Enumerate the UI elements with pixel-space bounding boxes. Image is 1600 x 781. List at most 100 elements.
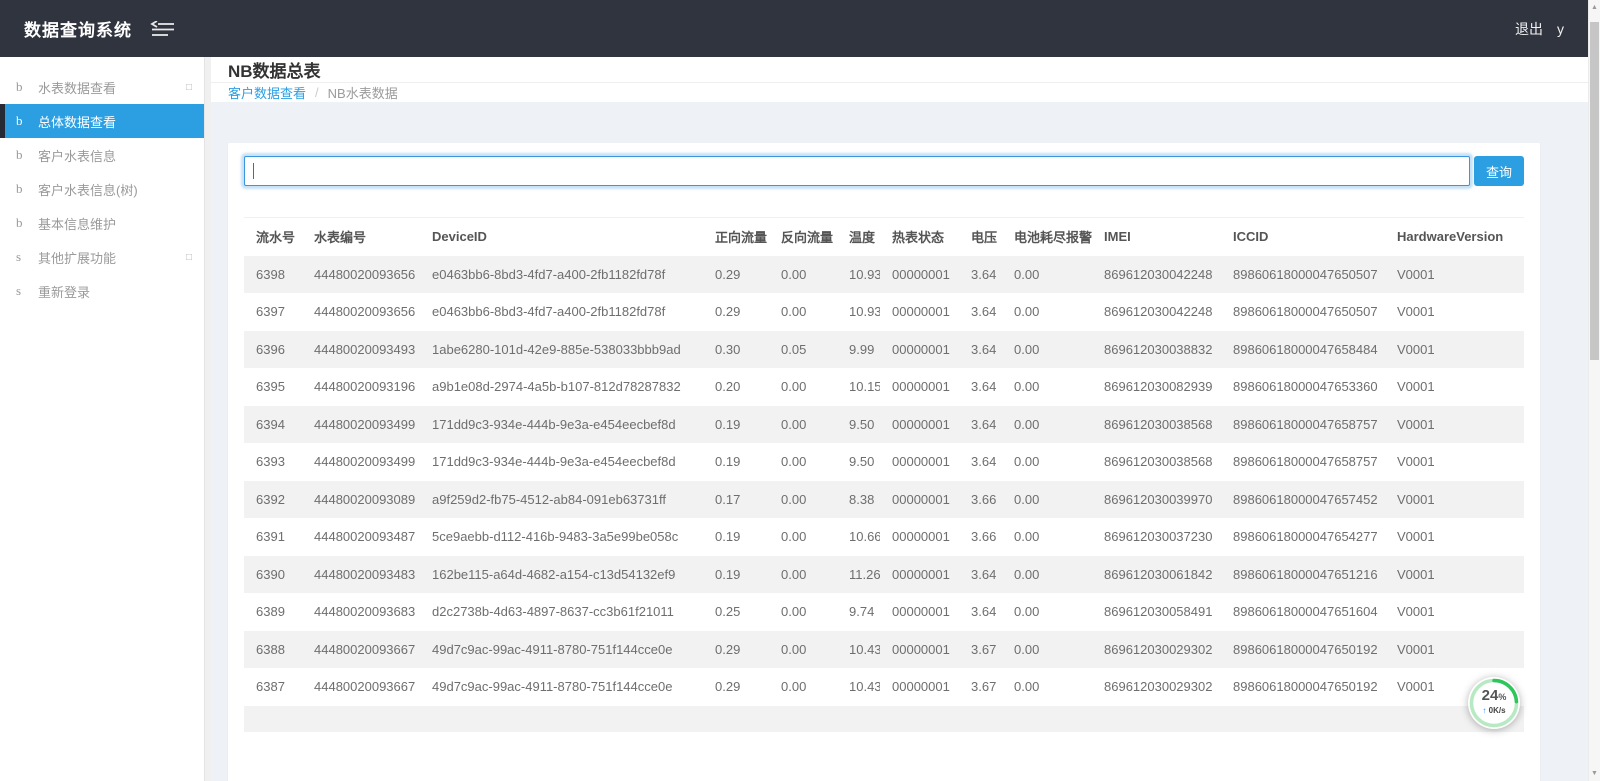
sidebar-item-6[interactable]: s其他扩展功能□ xyxy=(0,240,204,274)
sidebar-item-4[interactable]: b客户水表信息(树) xyxy=(0,172,204,206)
table-row[interactable]: 639844480020093656e0463bb6-8bd3-4fd7-a40… xyxy=(244,256,1524,294)
table-cell: 0.00 xyxy=(1002,593,1092,631)
table-row[interactable]: 639444480020093499171dd9c3-934e-444b-9e3… xyxy=(244,406,1524,444)
table-cell: 0.00 xyxy=(1002,443,1092,481)
table-cell: 6391 xyxy=(244,518,302,556)
column-header: IMEI xyxy=(1092,218,1221,256)
menu-item-icon: s xyxy=(16,283,30,299)
table-cell: 11.26 xyxy=(837,556,880,594)
table-cell: 6394 xyxy=(244,406,302,444)
table-row[interactable]: 63884448002009366749d7c9ac-99ac-4911-878… xyxy=(244,631,1524,669)
table-row[interactable]: 639544480020093196a9b1e08d-2974-4a5b-b10… xyxy=(244,368,1524,406)
table-cell: 869612030061842 xyxy=(1092,556,1221,594)
table-cell: 10.43 xyxy=(837,631,880,669)
top-navbar: 数据查询系统 退出 y xyxy=(0,0,1588,57)
breadcrumb-current: NB水表数据 xyxy=(328,83,398,102)
table-row[interactable]: 639744480020093656e0463bb6-8bd3-4fd7-a40… xyxy=(244,293,1524,331)
table-cell: 3.64 xyxy=(959,556,1002,594)
table-cell: V0001 xyxy=(1385,631,1524,669)
sidebar-item-1[interactable]: b水表数据查看□ xyxy=(0,70,204,104)
table-cell: 00000001 xyxy=(880,293,959,331)
table-cell: 0.29 xyxy=(703,631,769,669)
download-progress-badge[interactable]: 24% ↑ 0K/s xyxy=(1468,677,1520,729)
table-cell: 3.64 xyxy=(959,593,1002,631)
sidebar-toggle-icon[interactable] xyxy=(150,21,176,37)
scrollbar-thumb[interactable] xyxy=(1590,22,1599,360)
table-cell: 0.00 xyxy=(769,406,837,444)
scrollbar-down-arrow[interactable]: ▼ xyxy=(1589,770,1600,777)
table-row[interactable]: 6396444800200934931abe6280-101d-42e9-885… xyxy=(244,331,1524,369)
search-row: 查询 xyxy=(244,156,1524,186)
scrollbar-up-arrow[interactable]: ▲ xyxy=(1589,4,1600,11)
table-cell: 89860618000047658484 xyxy=(1221,331,1385,369)
table-cell: e0463bb6-8bd3-4fd7-a400-2fb1182fd78f xyxy=(420,293,703,331)
table-row[interactable]: 638944480020093683d2c2738b-4d63-4897-863… xyxy=(244,593,1524,631)
menu-item-icon: b xyxy=(16,79,30,95)
sidebar-item-5[interactable]: b基本信息维护 xyxy=(0,206,204,240)
username-link[interactable]: y xyxy=(1557,21,1564,37)
table-cell: V0001 xyxy=(1385,443,1524,481)
table-cell: 3.64 xyxy=(959,368,1002,406)
table-cell: 00000001 xyxy=(880,556,959,594)
table-cell: 869612030042248 xyxy=(1092,293,1221,331)
table-cell: 869612030037230 xyxy=(1092,518,1221,556)
table-cell: 6397 xyxy=(244,293,302,331)
sidebar-item-7[interactable]: s重新登录 xyxy=(0,274,204,308)
search-button[interactable]: 查询 xyxy=(1474,156,1524,186)
table-cell: 9.50 xyxy=(837,443,880,481)
breadcrumb: 客户数据查看 / NB水表数据 xyxy=(211,83,1588,102)
sidebar-scrollbar[interactable] xyxy=(204,57,211,781)
table-cell: 9.74 xyxy=(837,593,880,631)
menu-item-label: 客户水表信息(树) xyxy=(38,180,138,199)
column-header: 电压 xyxy=(959,218,1002,256)
table-cell: 10.93 xyxy=(837,293,880,331)
table-cell: 0.00 xyxy=(1002,331,1092,369)
table-cell: 49d7c9ac-99ac-4911-8780-751f144cce0e xyxy=(420,668,703,706)
column-header: 水表编号 xyxy=(302,218,420,256)
table-cell: 00000001 xyxy=(880,406,959,444)
table-row[interactable]: 639244480020093089a9f259d2-fb75-4512-ab8… xyxy=(244,481,1524,519)
page-scrollbar[interactable]: ▲ ▼ xyxy=(1588,0,1600,781)
table-cell: 44480020093487 xyxy=(302,518,420,556)
column-header: HardwareVersion xyxy=(1385,218,1524,256)
table-cell: 44480020093483 xyxy=(302,556,420,594)
menu-item-label: 客户水表信息 xyxy=(38,146,116,165)
table-cell: 0.00 xyxy=(769,293,837,331)
table-cell: 6395 xyxy=(244,368,302,406)
table-cell: 10.15 xyxy=(837,368,880,406)
sidebar-item-3[interactable]: b客户水表信息 xyxy=(0,138,204,172)
table-cell: 00000001 xyxy=(880,668,959,706)
table-row[interactable]: 639044480020093483162be115-a64d-4682-a15… xyxy=(244,556,1524,594)
logout-link[interactable]: 退出 xyxy=(1515,19,1543,39)
expand-icon: □ xyxy=(186,82,192,93)
table-row[interactable]: 6391444800200934875ce9aebb-d112-416b-948… xyxy=(244,518,1524,556)
table-cell: 8.38 xyxy=(837,481,880,519)
table-cell: 0.05 xyxy=(769,331,837,369)
table-cell: 44480020093683 xyxy=(302,593,420,631)
sidebar-item-2[interactable]: b总体数据查看 xyxy=(0,104,204,138)
table-cell: 0.00 xyxy=(1002,406,1092,444)
table-cell: 89860618000047651604 xyxy=(1221,593,1385,631)
page-title-bar: NB数据总表 xyxy=(211,57,1588,83)
data-card: 查询 流水号水表编号DeviceID正向流量反向流量温度热表状态电压电池耗尽报警… xyxy=(228,143,1540,781)
table-row[interactable]: 639344480020093499171dd9c3-934e-444b-9e3… xyxy=(244,443,1524,481)
search-input[interactable] xyxy=(244,156,1470,186)
table-cell: 0.29 xyxy=(703,668,769,706)
menu-item-label: 其他扩展功能 xyxy=(38,248,116,267)
table-cell: 6398 xyxy=(244,256,302,294)
table-cell: 44480020093493 xyxy=(302,331,420,369)
table-row[interactable]: 63874448002009366749d7c9ac-99ac-4911-878… xyxy=(244,668,1524,706)
table-cell: 44480020093656 xyxy=(302,293,420,331)
search-input-wrap xyxy=(244,156,1470,186)
column-header: 反向流量 xyxy=(769,218,837,256)
breadcrumb-parent-link[interactable]: 客户数据查看 xyxy=(228,83,306,102)
table-cell: 44480020093499 xyxy=(302,443,420,481)
table-cell: 89860618000047650192 xyxy=(1221,631,1385,669)
table-row-partial xyxy=(244,706,1524,732)
column-header: 正向流量 xyxy=(703,218,769,256)
table-cell: 0.30 xyxy=(703,331,769,369)
table-cell: 869612030039970 xyxy=(1092,481,1221,519)
expand-icon: □ xyxy=(186,252,192,263)
table-cell: 0.00 xyxy=(769,668,837,706)
table-cell: 10.93 xyxy=(837,256,880,294)
